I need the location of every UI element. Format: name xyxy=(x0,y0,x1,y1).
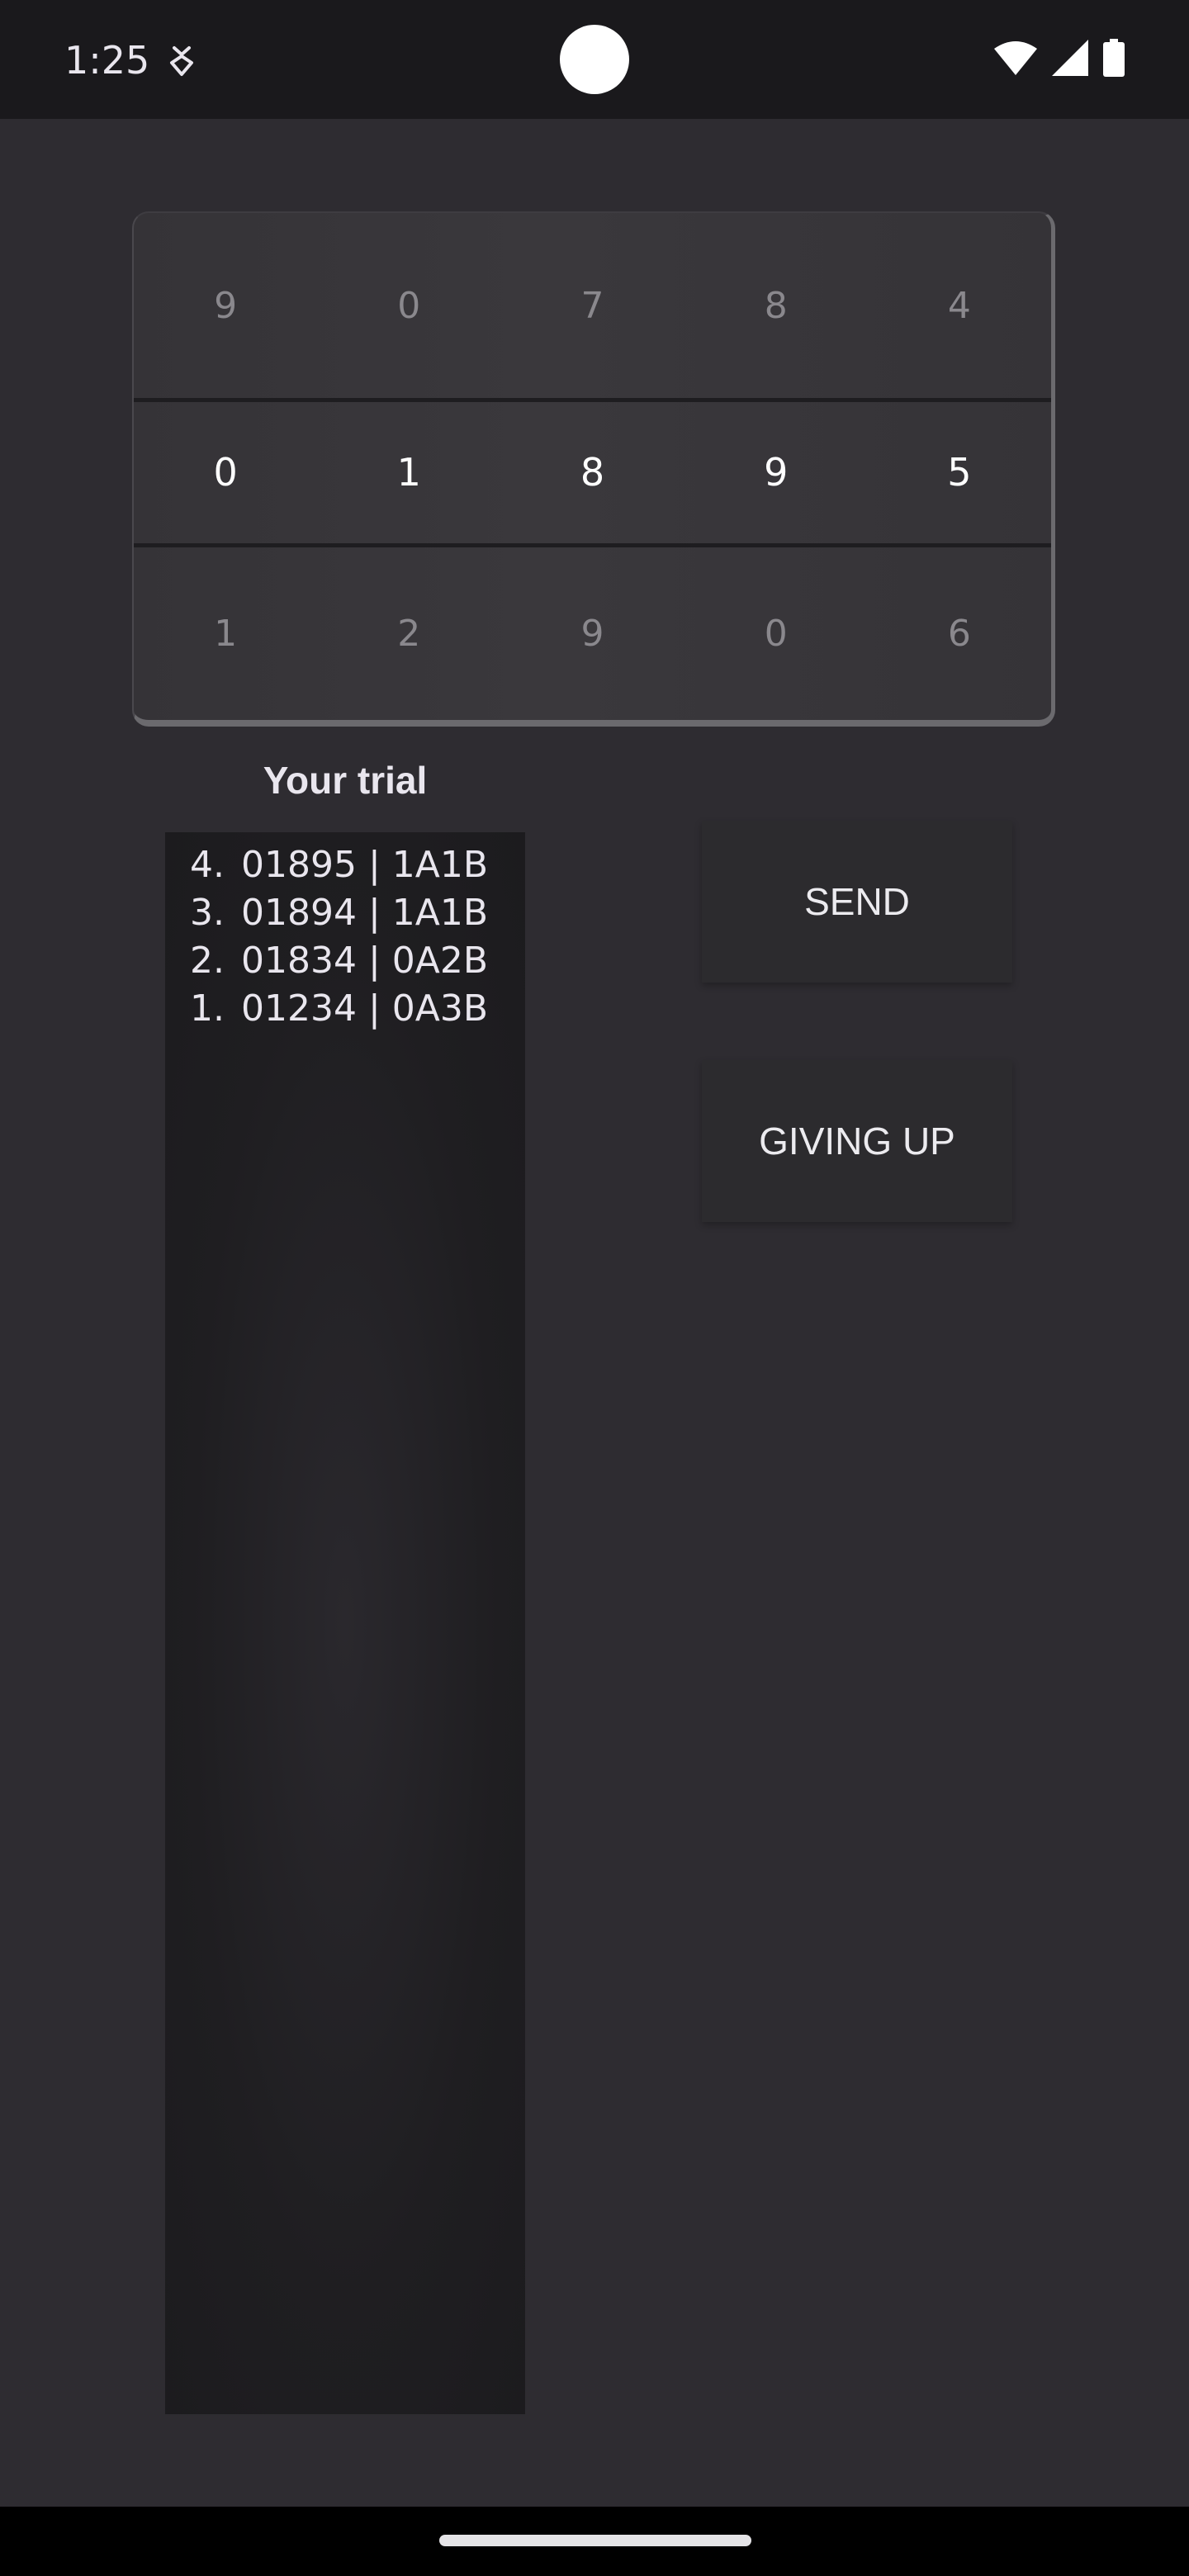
picker-digit-next[interactable]: 6 xyxy=(868,547,1051,720)
list-item: 1. 01234 | 0A3B xyxy=(165,984,525,1032)
trial-text: 01834 | 0A2B xyxy=(241,939,489,982)
picker-digit-next[interactable]: 9 xyxy=(500,547,684,720)
status-bar: 1:25 xyxy=(0,0,1189,119)
home-gesture-handle[interactable] xyxy=(439,2535,751,2546)
trial-number: 4. xyxy=(190,843,225,886)
status-time: 1:25 xyxy=(64,38,150,83)
picker-digit-next[interactable]: 1 xyxy=(134,547,317,720)
picker-digit-prev[interactable]: 4 xyxy=(868,213,1051,398)
camera-cutout xyxy=(560,25,629,94)
digit-picker[interactable]: 9 0 7 8 4 0 1 8 9 5 1 2 9 0 6 xyxy=(132,211,1055,727)
trial-text: 01895 | 1A1B xyxy=(241,843,489,886)
picker-digit-selected[interactable]: 5 xyxy=(868,401,1051,543)
trial-number: 1. xyxy=(190,987,225,1030)
trial-list[interactable]: 4. 01895 | 1A1B 3. 01894 | 1A1B 2. 01834… xyxy=(165,832,525,2414)
picker-digit-prev[interactable]: 8 xyxy=(685,213,868,398)
list-item: 4. 01895 | 1A1B xyxy=(165,841,525,888)
picker-digit-next[interactable]: 2 xyxy=(317,547,500,720)
list-item: 2. 01834 | 0A2B xyxy=(165,936,525,984)
trial-number: 2. xyxy=(190,939,225,982)
picker-digit-next[interactable]: 0 xyxy=(685,547,868,720)
picker-digit-prev[interactable]: 0 xyxy=(317,213,500,398)
picker-digit-selected[interactable]: 8 xyxy=(500,401,684,543)
trial-text: 01234 | 0A3B xyxy=(241,987,489,1030)
picker-digit-prev[interactable]: 7 xyxy=(500,213,684,398)
signal-icon xyxy=(1052,39,1088,80)
send-button[interactable]: SEND xyxy=(702,821,1012,983)
picker-digit-selected[interactable]: 0 xyxy=(134,401,317,543)
list-item: 3. 01894 | 1A1B xyxy=(165,888,525,936)
picker-digit-selected[interactable]: 1 xyxy=(317,401,500,543)
status-icons xyxy=(994,38,1125,81)
wifi-icon xyxy=(994,40,1037,79)
battery-icon xyxy=(1103,38,1125,81)
trial-title: Your trial xyxy=(263,759,428,802)
giving-up-button[interactable]: GIVING UP xyxy=(702,1060,1012,1222)
navigation-bar xyxy=(0,2507,1189,2576)
picker-row-next: 1 2 9 0 6 xyxy=(134,547,1051,720)
picker-digit-prev[interactable]: 9 xyxy=(134,213,317,398)
trial-text: 01894 | 1A1B xyxy=(241,891,489,934)
picker-digit-selected[interactable]: 9 xyxy=(685,401,868,543)
android-debug-icon xyxy=(167,43,197,79)
picker-row-selected: 0 1 8 9 5 xyxy=(134,401,1051,543)
picker-row-previous: 9 0 7 8 4 xyxy=(134,213,1051,398)
trial-number: 3. xyxy=(190,891,225,934)
app-screen: 1:25 9 0 7 8 4 0 1 8 9 5 1 2 9 0 6 Your … xyxy=(0,0,1189,2576)
